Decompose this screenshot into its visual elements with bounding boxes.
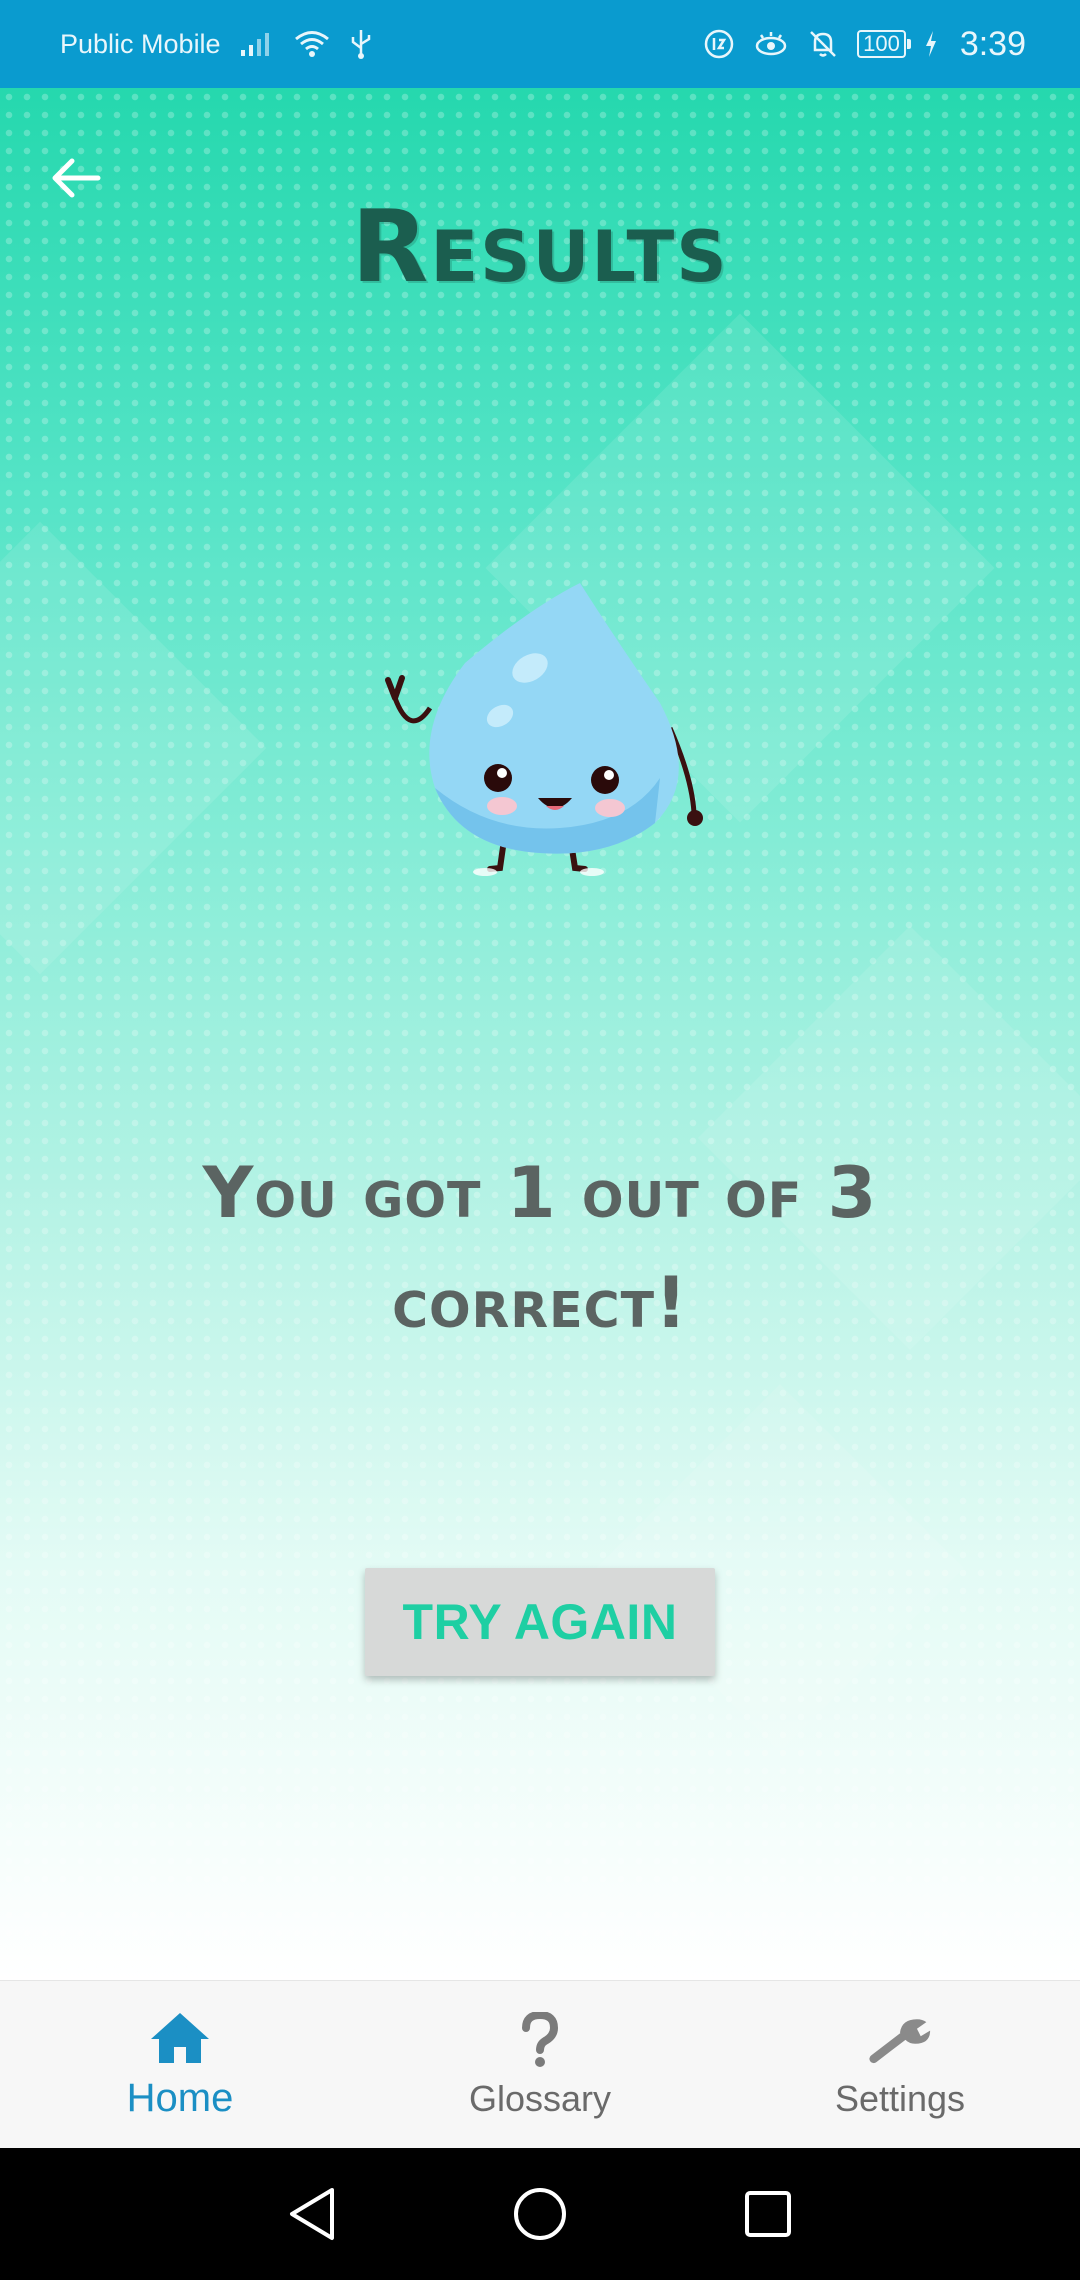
square-recents-icon [745, 2191, 791, 2237]
battery-indicator: 100 [857, 30, 911, 58]
charging-icon [924, 30, 938, 58]
try-again-button[interactable]: TRY AGAIN [365, 1568, 715, 1676]
wrench-icon [868, 2010, 932, 2070]
wifi-icon [293, 29, 331, 59]
nav-settings[interactable]: Settings [720, 1981, 1080, 2148]
status-right: 100 3:39 [703, 25, 1026, 64]
usb-icon [349, 28, 373, 60]
status-bar: Public Mobile 100 3:39 [0, 0, 1080, 88]
nav-glossary-label: Glossary [468, 2077, 612, 2119]
carrier-name: Public Mobile [60, 28, 221, 59]
home-icon [148, 2008, 212, 2068]
question-icon [508, 2010, 572, 2070]
clock: 3:39 [959, 24, 1026, 63]
circle-home-icon [514, 2188, 566, 2240]
score-message: You got 1 out of 3 correct! [202, 1152, 878, 1344]
nav-home[interactable]: Home [0, 1981, 360, 2148]
mute-bell-icon [807, 28, 839, 60]
data-saver-icon [703, 28, 735, 60]
triangle-back-icon [290, 2188, 334, 2240]
system-back-button[interactable] [282, 2184, 342, 2244]
nav-settings-label: Settings [834, 2077, 966, 2119]
signal-icon [239, 30, 275, 58]
system-home-button[interactable] [510, 2184, 570, 2244]
water-drop-mascot [385, 583, 703, 876]
status-left: Public Mobile [60, 28, 373, 60]
bottom-navigation: Home Glossary Settings [0, 1980, 1080, 2148]
nav-glossary[interactable]: Glossary [360, 1981, 720, 2148]
results-screen: Results You got 1 out of 3 correct! TRY … [0, 88, 1080, 1980]
page-title: Results [351, 188, 729, 305]
system-navigation-bar [0, 2148, 1080, 2280]
nav-home-label: Home [126, 2076, 234, 2120]
eye-comfort-icon [753, 29, 789, 59]
system-recents-button[interactable] [738, 2184, 798, 2244]
